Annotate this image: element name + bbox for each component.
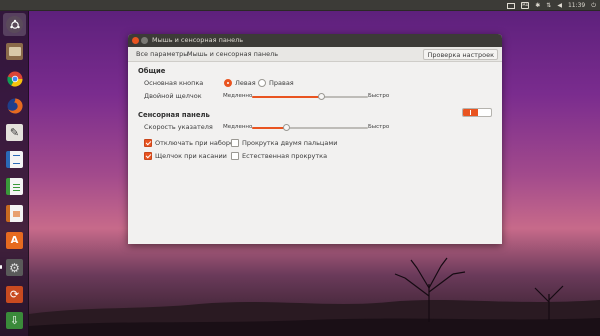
disable-while-typing-label[interactable]: Отключать при наборе (155, 139, 234, 147)
pointer-speed-slider[interactable] (252, 124, 368, 131)
bluetooth-icon[interactable]: ✱ (535, 1, 540, 10)
double-click-slider-fill (252, 96, 322, 98)
system-settings-icon[interactable]: ⚙ (3, 256, 26, 279)
touchpad-toggle[interactable] (462, 108, 492, 117)
touchpad-heading: Сенсорная панель (138, 111, 210, 119)
update-manager-icon[interactable]: ⟳ (3, 283, 26, 306)
toggle-on-mark (470, 110, 471, 115)
settings-content: Общие Основная кнопка Левая Правая Двойн… (128, 62, 502, 244)
tap-to-click-label[interactable]: Щелчок при касании (155, 152, 227, 160)
double-click-slider-knob[interactable] (317, 93, 325, 100)
pointer-speed-label: Скорость указателя (144, 123, 213, 131)
double-click-fast-label: Быстро (368, 93, 390, 99)
close-button[interactable] (132, 37, 139, 44)
launcher: ✎ A ⚙ ⟳ ⇩ (0, 11, 29, 336)
files-icon[interactable] (3, 40, 26, 63)
pointer-speed-fast-label: Быстро (368, 124, 390, 130)
all-settings-button[interactable]: Все параметры (136, 47, 188, 62)
double-click-label: Двойной щелчок (144, 92, 202, 100)
primary-left-radio[interactable] (224, 79, 232, 87)
window-titlebar[interactable]: Мышь и сенсорная панель (128, 34, 502, 47)
breadcrumb-current: Мышь и сенсорная панель (187, 50, 279, 58)
mail-icon[interactable] (507, 2, 516, 9)
writer-icon[interactable] (3, 148, 26, 171)
dash-home-icon[interactable] (3, 13, 26, 36)
primary-right-radio[interactable] (258, 79, 266, 87)
test-settings-button[interactable]: Проверка настроек (423, 49, 498, 60)
double-click-slow-label: Медленно (223, 93, 253, 99)
pointer-speed-slider-knob[interactable] (282, 124, 290, 131)
firefox-icon[interactable] (3, 94, 26, 117)
system-tray: Ru ✱ ⇅ ◀ 11:39 ⏻ (507, 1, 596, 10)
running-indicator (0, 265, 2, 269)
double-click-slider[interactable] (252, 93, 368, 100)
settings-window: Мышь и сенсорная панель Все параметры Мы… (128, 34, 502, 244)
window-toolbar: Все параметры Мышь и сенсорная панель Пр… (128, 47, 502, 62)
calc-icon[interactable] (3, 175, 26, 198)
two-finger-scroll-label[interactable]: Прокрутка двумя пальцами (242, 139, 337, 147)
software-center-icon[interactable]: A (3, 229, 26, 252)
top-panel: Ru ✱ ⇅ ◀ 11:39 ⏻ (0, 0, 600, 11)
primary-left-label[interactable]: Левая (235, 79, 256, 87)
pointer-speed-slider-fill (252, 127, 287, 129)
text-editor-icon[interactable]: ✎ (3, 121, 26, 144)
downloads-icon[interactable]: ⇩ (3, 309, 26, 332)
keyboard-layout-indicator[interactable]: Ru (521, 2, 530, 9)
natural-scrolling-label[interactable]: Естественная прокрутка (242, 152, 327, 160)
chromium-icon[interactable] (3, 67, 26, 90)
minimize-button[interactable] (141, 37, 148, 44)
wallpaper-landscape (29, 257, 600, 336)
window-title: Мышь и сенсорная панель (152, 36, 244, 44)
pointer-speed-slow-label: Медленно (223, 124, 253, 130)
general-heading: Общие (138, 67, 166, 75)
network-icon[interactable]: ⇅ (546, 1, 551, 10)
clock[interactable]: 11:39 (568, 1, 585, 10)
two-finger-scroll-checkbox[interactable] (231, 139, 239, 147)
natural-scrolling-checkbox[interactable] (231, 152, 239, 160)
impress-icon[interactable] (3, 202, 26, 225)
volume-icon[interactable]: ◀ (557, 1, 562, 10)
primary-button-label: Основная кнопка (144, 79, 204, 87)
tap-to-click-checkbox[interactable] (144, 152, 152, 160)
power-icon[interactable]: ⏻ (591, 1, 596, 10)
primary-right-label[interactable]: Правая (269, 79, 294, 87)
disable-while-typing-checkbox[interactable] (144, 139, 152, 147)
